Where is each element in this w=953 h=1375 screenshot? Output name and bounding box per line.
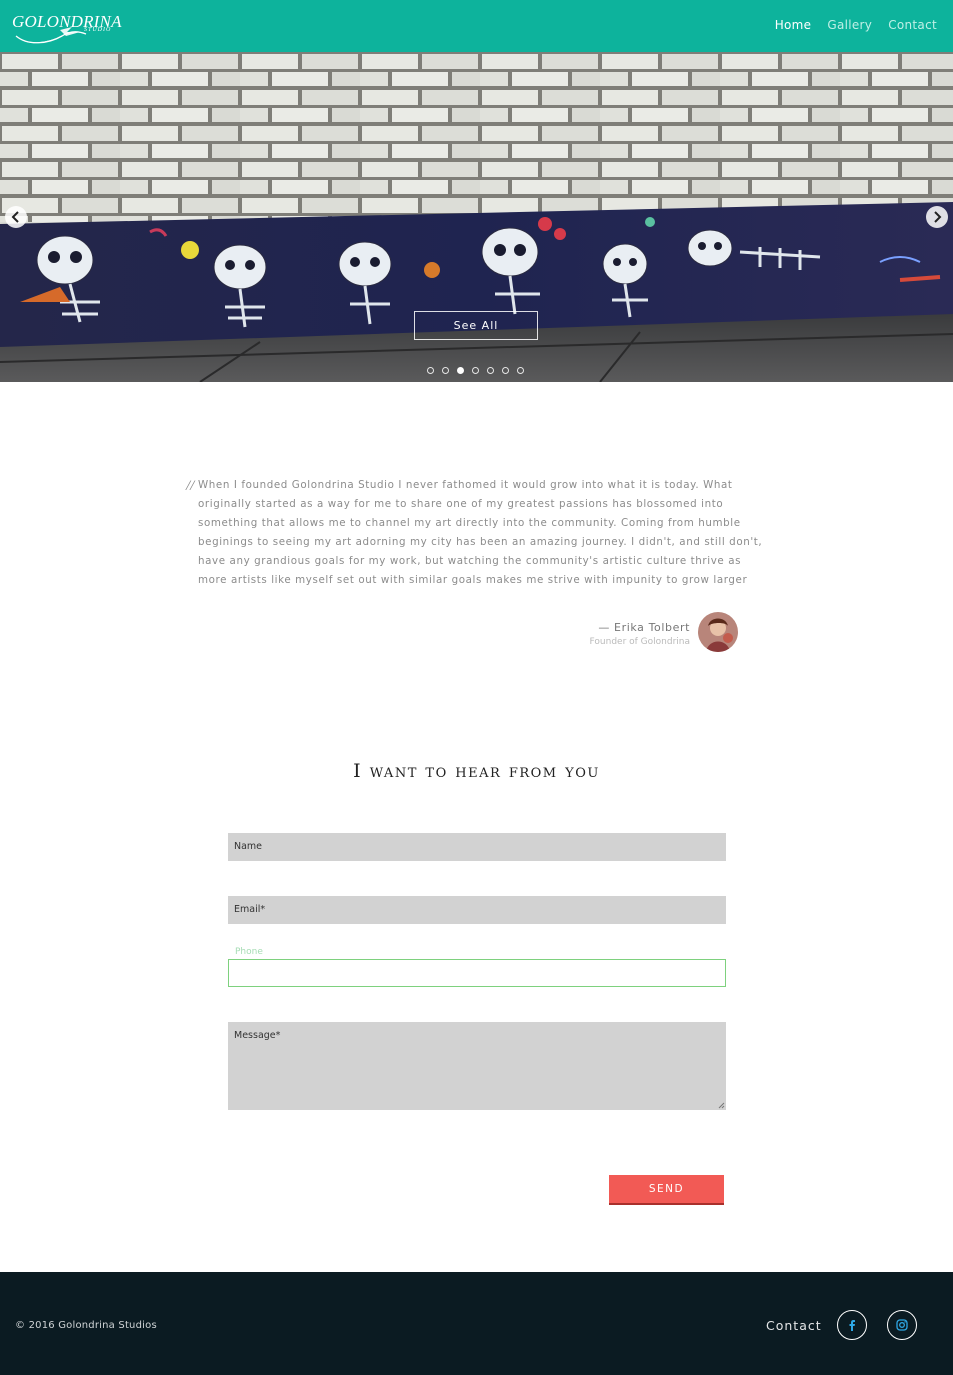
copyright-text: © 2016 Golondrina Studios: [15, 1320, 157, 1331]
site-footer: © 2016 Golondrina Studios Contact: [0, 1272, 953, 1375]
testimonial-role: Founder of Golondrina: [589, 637, 690, 647]
name-field[interactable]: Name: [228, 833, 726, 861]
facebook-icon: [849, 1320, 855, 1331]
phone-field[interactable]: [228, 959, 726, 987]
nav-gallery[interactable]: Gallery: [827, 18, 872, 32]
slide-dot[interactable]: [472, 367, 479, 374]
prev-slide-button[interactable]: [5, 206, 27, 228]
nav-contact[interactable]: Contact: [888, 18, 937, 32]
contact-title: I want to hear from you: [353, 760, 600, 782]
email-placeholder: Email*: [234, 904, 266, 915]
phone-label: Phone: [235, 947, 263, 957]
avatar: [698, 612, 738, 652]
see-all-button[interactable]: See All: [414, 311, 538, 340]
quote-mark-icon: //: [186, 478, 195, 494]
slide-dot[interactable]: [487, 367, 494, 374]
chevron-right-icon: [934, 211, 942, 223]
chevron-left-icon: [11, 211, 19, 223]
slide-dot[interactable]: [442, 367, 449, 374]
site-header: GOLONDRINA STUDIO Home Gallery Contact: [0, 0, 953, 52]
footer-contact-link[interactable]: Contact: [766, 1318, 822, 1333]
main-nav: Home Gallery Contact: [775, 18, 937, 32]
name-placeholder: Name: [234, 841, 263, 852]
next-slide-button[interactable]: [926, 206, 948, 228]
nav-home[interactable]: Home: [775, 18, 812, 32]
send-button[interactable]: SEND: [609, 1175, 724, 1205]
slide-dot-active[interactable]: [457, 367, 464, 374]
testimonial-author: — Erika Tolbert: [598, 621, 690, 634]
hero-slider: See All: [0, 52, 953, 382]
slide-dot[interactable]: [427, 367, 434, 374]
resize-grip-icon[interactable]: [718, 1102, 725, 1109]
email-field[interactable]: Email*: [228, 896, 726, 924]
slide-indicators: [427, 367, 524, 374]
message-placeholder: Message*: [234, 1030, 281, 1041]
logo[interactable]: GOLONDRINA STUDIO: [12, 10, 122, 48]
slide-dot[interactable]: [502, 367, 509, 374]
message-field[interactable]: Message*: [228, 1022, 726, 1110]
instagram-icon: [896, 1319, 908, 1331]
avatar-image: [698, 612, 738, 652]
slide-dot[interactable]: [517, 367, 524, 374]
instagram-button[interactable]: [887, 1310, 917, 1340]
facebook-button[interactable]: [837, 1310, 867, 1340]
testimonial-text: When I founded Golondrina Studio I never…: [198, 479, 763, 586]
swallow-logo-icon: [15, 27, 87, 44]
